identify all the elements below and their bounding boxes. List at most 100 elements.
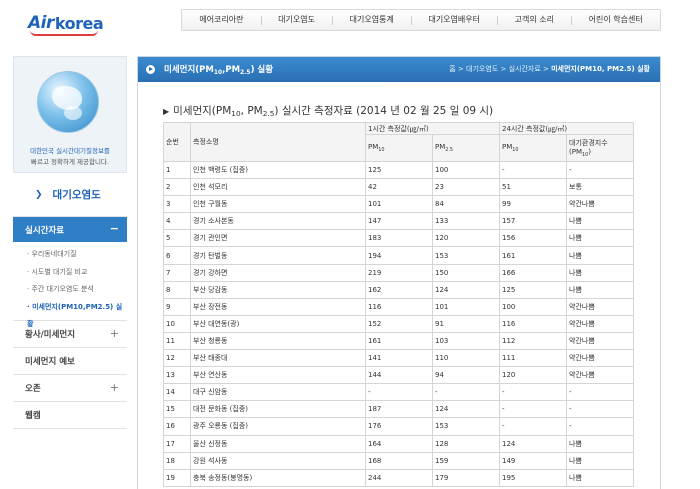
collapse-icon[interactable]: −	[110, 222, 119, 235]
gnb-item[interactable]: 대기오염배우터	[411, 10, 497, 30]
table-cell: 162	[365, 280, 433, 299]
col-header-seq: 순번	[163, 122, 191, 162]
pm-data-table: 순번 측정소명 1시간 측정값(㎍/㎥) 24시간 측정값(㎍/㎥) PM10 …	[163, 122, 635, 487]
table-row: 18 강원 석사동 168 159 149 나쁨	[163, 451, 635, 470]
table-cell: 강원 석사동	[190, 451, 366, 470]
gnb-item[interactable]: 대기오염도	[260, 10, 332, 30]
table-cell: 100	[499, 297, 568, 316]
table-cell: 17	[163, 434, 191, 453]
expand-icon[interactable]: +	[110, 327, 119, 340]
sidebar-menu-item[interactable]: 오존 +	[13, 375, 127, 402]
submenu-item[interactable]: · 미세먼지(PM10,PM2.5) 실황	[27, 299, 127, 329]
sidebar: 대한민국 실시간대기질정보를 빠르고 정확하게 제공합니다. ❯ 대기오염도 실…	[13, 56, 127, 489]
table-cell: 부산 대연동(광)	[190, 314, 366, 333]
table-cell: 124	[431, 400, 501, 419]
play-bullet-icon	[146, 65, 155, 74]
sidebar-item-realtime[interactable]: 실시간자료 −	[13, 217, 127, 242]
table-cell: 168	[365, 451, 433, 470]
gnb-item[interactable]: 어린이 학습센터	[571, 10, 660, 30]
table-cell: 경기 소사본동	[190, 212, 366, 231]
sidebar-section-title[interactable]: ❯ 대기오염도	[13, 173, 127, 217]
table-row: 16 광주 오룡동 (집중) 176 153- -	[163, 417, 635, 436]
table-cell: 183	[365, 229, 433, 248]
table-cell: 대전 문화동 (집중)	[190, 400, 366, 419]
table-row: 11 부산 청룡동 161 103 112 약간나쁨	[163, 331, 635, 351]
expand-icon[interactable]: +	[110, 381, 119, 394]
table-cell: 보통	[566, 178, 635, 197]
table-cell: 경기 관인면	[190, 229, 366, 248]
table-cell: 144	[365, 366, 433, 385]
table-cell: 1	[163, 160, 191, 180]
table-cell: 141	[365, 349, 433, 368]
table-cell: 219	[365, 263, 433, 282]
table-row: 10 부산 대연동(광) 152 91 116 약간나쁨	[163, 314, 635, 333]
table-cell: 125	[499, 280, 568, 299]
table-cell: 110	[431, 349, 501, 368]
table-cell: -	[566, 160, 635, 180]
table-cell: 116	[499, 314, 568, 333]
table-cell: 103	[431, 331, 501, 351]
table-cell: 10	[163, 314, 191, 333]
table-cell: 42	[365, 178, 433, 197]
table-cell: 약간나쁨	[566, 297, 635, 316]
sidebar-menu-label: 웹캠	[25, 411, 41, 421]
table-cell: 나쁨	[566, 246, 635, 265]
table-cell: 경기 강하면	[190, 263, 366, 282]
promo-text-line1: 대한민국 실시간대기질정보를	[30, 147, 110, 155]
table-cell: 152	[365, 314, 433, 333]
table-cell: 약간나쁨	[566, 331, 635, 351]
table-row: 15 대전 문화동 (집중) 187 124- -	[163, 400, 635, 419]
table-cell: 16	[163, 417, 191, 436]
table-row: 13 부산 연산동 144 94 120 약간나쁨	[163, 366, 635, 385]
page-title: 미세먼지(PM10,PM2.5) 실황	[164, 65, 274, 76]
table-cell: 187	[365, 400, 433, 419]
table-cell: 244	[365, 468, 433, 487]
breadcrumb-link[interactable]: 실시간자료	[509, 65, 541, 73]
main-content: 미세먼지(PM10,PM2.5) 실황 홈 > 대기오염도 > 실시간자료 > …	[137, 56, 661, 489]
table-cell: 147	[365, 212, 433, 231]
sidebar-menu-item[interactable]: 황사/미세먼지 +	[13, 321, 127, 348]
col-header-24h: 24시간 측정값(㎍/㎥)	[499, 122, 635, 135]
col-header-aqi: 대기환경지수 (PM10)	[566, 134, 635, 162]
airkorea-logo[interactable]: Air korea	[28, 11, 104, 36]
table-cell: 15	[163, 400, 191, 419]
table-cell: 광주 오룡동 (집중)	[190, 417, 366, 436]
sidebar-menu-item[interactable]: 웹캠	[13, 402, 127, 429]
table-row: 6 경기 탄벌동 194 153 161 나쁨	[163, 246, 635, 265]
submenu-item[interactable]: · 우리동네대기질	[27, 246, 127, 264]
sidebar-menu-label: 미세먼지 예보	[25, 357, 75, 367]
table-cell: 116	[365, 297, 433, 316]
table-cell: 나쁨	[566, 434, 635, 453]
table-cell: 179	[431, 468, 501, 487]
table-cell: 4	[163, 212, 191, 231]
submenu-item[interactable]: · 주간 대기오염도 분석	[27, 281, 127, 299]
table-row: 4 경기 소사본동 147 133 157 나쁨	[163, 212, 635, 231]
table-cell: 100	[431, 160, 501, 180]
table-row: 9 부산 장전동 116 101 100 약간나쁨	[163, 297, 635, 316]
table-cell: 19	[163, 468, 191, 487]
table-cell: 약간나쁨	[566, 195, 635, 214]
submenu-item-label: 주간 대기오염도 분석	[31, 285, 94, 293]
breadcrumb-link[interactable]: 대기오염도	[466, 65, 498, 73]
table-cell: 충북 송정동(봉명동)	[190, 468, 366, 487]
submenu-item[interactable]: · 시도별 대기질 비교	[27, 264, 127, 282]
table-cell: 124	[431, 280, 501, 299]
table-cell: 12	[163, 349, 191, 368]
triangle-bullet-icon: ▶	[163, 107, 170, 116]
gnb-item[interactable]: 대기오염통계	[332, 10, 411, 30]
table-cell: 나쁨	[566, 280, 635, 299]
table-cell: 나쁨	[566, 263, 635, 282]
col-header-station: 측정소명	[190, 122, 366, 162]
sidebar-menu-label: 오존	[25, 384, 41, 394]
table-cell: 166	[499, 263, 568, 282]
gnb-item[interactable]: 에어코리아란	[182, 10, 261, 30]
gnb-item[interactable]: 고객의 소리	[497, 10, 571, 30]
table-cell: -	[365, 383, 433, 402]
sidebar-menu-item[interactable]: 미세먼지 예보	[13, 348, 127, 375]
table-cell: 부산 태종대	[190, 349, 366, 368]
table-cell: 112	[499, 331, 568, 351]
table-cell: 나쁨	[566, 451, 635, 470]
table-cell: 149	[499, 451, 568, 470]
breadcrumb-link[interactable]: 미세먼지(PM10, PM2.5) 실황	[551, 65, 650, 73]
table-cell: 부산 장전동	[190, 297, 366, 316]
